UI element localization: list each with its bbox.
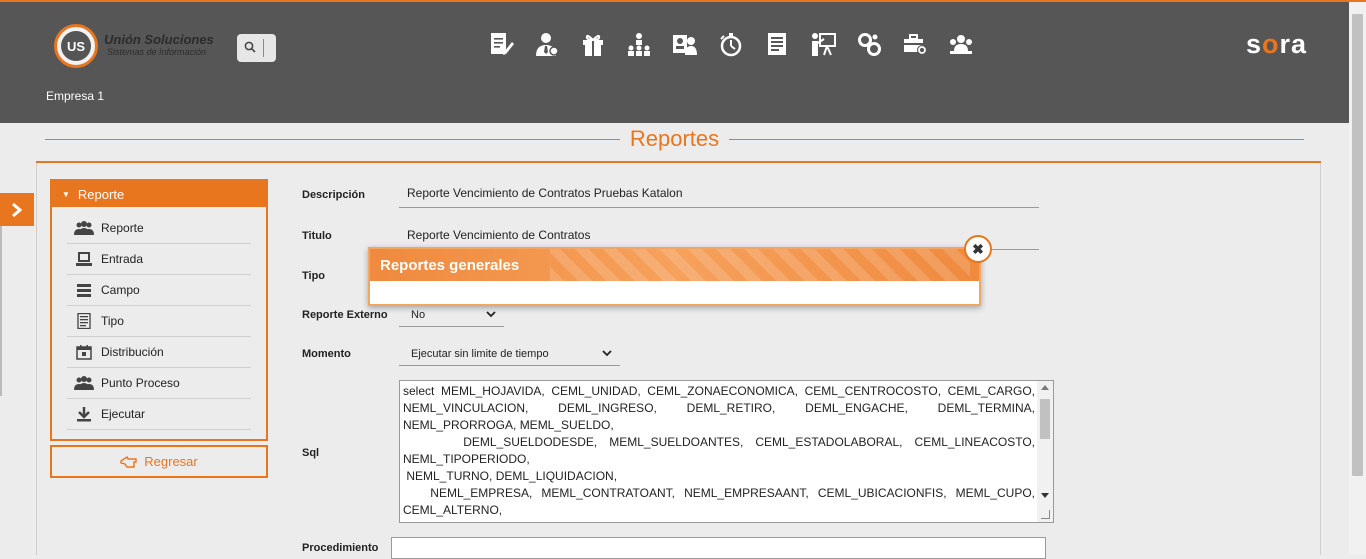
panel-left-border <box>36 163 37 555</box>
search-divider <box>263 39 264 57</box>
back-button[interactable]: Regresar <box>50 445 268 478</box>
users-icon <box>67 220 101 236</box>
report-menu-list: Reporte Entrada Campo Tipo Distribución … <box>67 213 251 430</box>
document-list-icon[interactable] <box>764 31 810 59</box>
sql-scrollbar-thumb[interactable] <box>1040 399 1050 439</box>
left-edge-strip <box>0 226 2 396</box>
search-icon <box>237 41 263 56</box>
momento-label: Momento <box>302 348 351 360</box>
title-rule-left <box>45 139 620 140</box>
logo-mark: US <box>61 31 91 61</box>
descripcion-label: Descripción <box>302 189 365 201</box>
menu-item-label: Entrada <box>101 252 144 266</box>
report-menu-title: Reporte <box>77 186 125 202</box>
download-icon <box>67 406 101 422</box>
hand-point-left-icon <box>120 455 137 468</box>
product-logo-s: s <box>1246 29 1263 59</box>
company-name: Empresa 1 <box>46 89 105 103</box>
gift-icon[interactable] <box>580 31 626 59</box>
app-header: US Unión Soluciones Sistemas de Informac… <box>0 2 1366 123</box>
stack-icon <box>67 282 101 298</box>
sql-text: select MEML_HOJAVIDA, CEML_UNIDAD, CEML_… <box>403 384 1036 517</box>
momento-value: Ejecutar sin limite de tiempo <box>411 347 549 360</box>
monitor-icon <box>67 251 101 267</box>
menu-item-label: Punto Proceso <box>101 376 180 390</box>
briefcase-settings-icon[interactable] <box>902 31 948 59</box>
menu-item-tipo[interactable]: Tipo <box>67 306 251 337</box>
edit-report-icon[interactable] <box>488 31 534 59</box>
momento-select[interactable]: Ejecutar sin limite de tiempo <box>399 342 620 366</box>
menu-item-label: Ejecutar <box>101 407 146 421</box>
reporte-externo-label: Reporte Externo <box>302 309 388 321</box>
sql-label: Sql <box>302 447 320 459</box>
page-scrollbar-thumb[interactable] <box>1352 14 1363 476</box>
modal-header: Reportes generales <box>370 249 979 281</box>
panel-right-border <box>1320 163 1321 555</box>
menu-item-label: Reporte <box>101 221 144 235</box>
module-nav <box>488 31 994 59</box>
procedimiento-label: Procedimiento <box>302 542 379 554</box>
product-logo-o: o <box>1262 29 1280 59</box>
menu-item-punto-proceso[interactable]: Punto Proceso <box>67 368 251 399</box>
modal-header-pattern <box>550 249 970 281</box>
chevron-right-icon <box>12 202 23 217</box>
page-scrollbar[interactable] <box>1349 2 1366 555</box>
users-icon <box>67 375 101 391</box>
report-menu-header[interactable]: ▼ Reporte <box>52 181 266 207</box>
title-rule-right <box>729 139 1304 140</box>
stopwatch-icon[interactable] <box>718 31 764 59</box>
reportes-generales-modal: Reportes generales <box>368 247 981 306</box>
menu-item-distribucion[interactable]: Distribución <box>67 337 251 368</box>
sql-textarea[interactable]: select MEML_HOJAVIDA, CEML_UNIDAD, CEML_… <box>399 380 1054 523</box>
menu-item-label: Tipo <box>101 314 124 328</box>
chevron-down-icon <box>602 350 612 357</box>
modal-close-button[interactable]: ✖ <box>964 235 992 263</box>
procedimiento-textarea[interactable] <box>391 537 1046 559</box>
menu-item-label: Campo <box>101 283 140 297</box>
product-logo: sora <box>1246 29 1307 60</box>
page-title: Reportes <box>629 126 720 151</box>
titulo-label: Titulo <box>302 230 332 242</box>
scroll-up-icon[interactable] <box>1041 385 1049 390</box>
menu-item-label: Distribución <box>101 345 164 359</box>
menu-item-reporte[interactable]: Reporte <box>67 213 251 244</box>
scroll-down-icon[interactable] <box>1041 493 1049 498</box>
sql-scrollbar[interactable] <box>1037 381 1053 522</box>
panel-top-border <box>36 161 1321 163</box>
gears-icon[interactable] <box>856 31 902 59</box>
chevron-down-icon <box>486 311 496 318</box>
reporte-externo-value: No <box>411 308 426 321</box>
menu-item-ejecutar[interactable]: Ejecutar <box>67 399 251 430</box>
menu-item-entrada[interactable]: Entrada <box>67 244 251 275</box>
brand-name: Unión Soluciones <box>104 32 214 47</box>
reporte-externo-select[interactable]: No <box>399 303 504 327</box>
presentation-icon[interactable] <box>810 31 856 59</box>
user-tie-icon[interactable] <box>534 31 580 59</box>
brand-text: Unión Soluciones Sistemas de Información <box>104 32 214 58</box>
team-icon[interactable] <box>948 31 994 59</box>
report-menu: ▼ Reporte Reporte Entrada Campo Tipo Dis… <box>50 179 268 441</box>
tipo-label: Tipo <box>302 270 326 282</box>
caret-down-icon: ▼ <box>62 189 70 199</box>
product-logo-ra: ra <box>1279 29 1308 59</box>
org-chart-icon[interactable] <box>626 31 672 59</box>
calendar-icon <box>67 344 101 360</box>
back-button-label: Regresar <box>144 454 198 469</box>
close-icon: ✖ <box>972 240 984 257</box>
menu-item-campo[interactable]: Campo <box>67 275 251 306</box>
user-card-icon[interactable] <box>672 31 718 59</box>
search-button[interactable] <box>237 34 276 62</box>
modal-title: Reportes generales <box>380 256 520 274</box>
descripcion-input[interactable]: Reporte Vencimiento de Contratos Pruebas… <box>399 186 1039 208</box>
brand-tagline: Sistemas de Información <box>107 47 207 57</box>
company-logo[interactable]: US <box>54 24 98 68</box>
list-icon <box>67 313 101 329</box>
resize-handle[interactable] <box>1041 510 1050 519</box>
sidebar-toggle-button[interactable] <box>0 193 34 226</box>
